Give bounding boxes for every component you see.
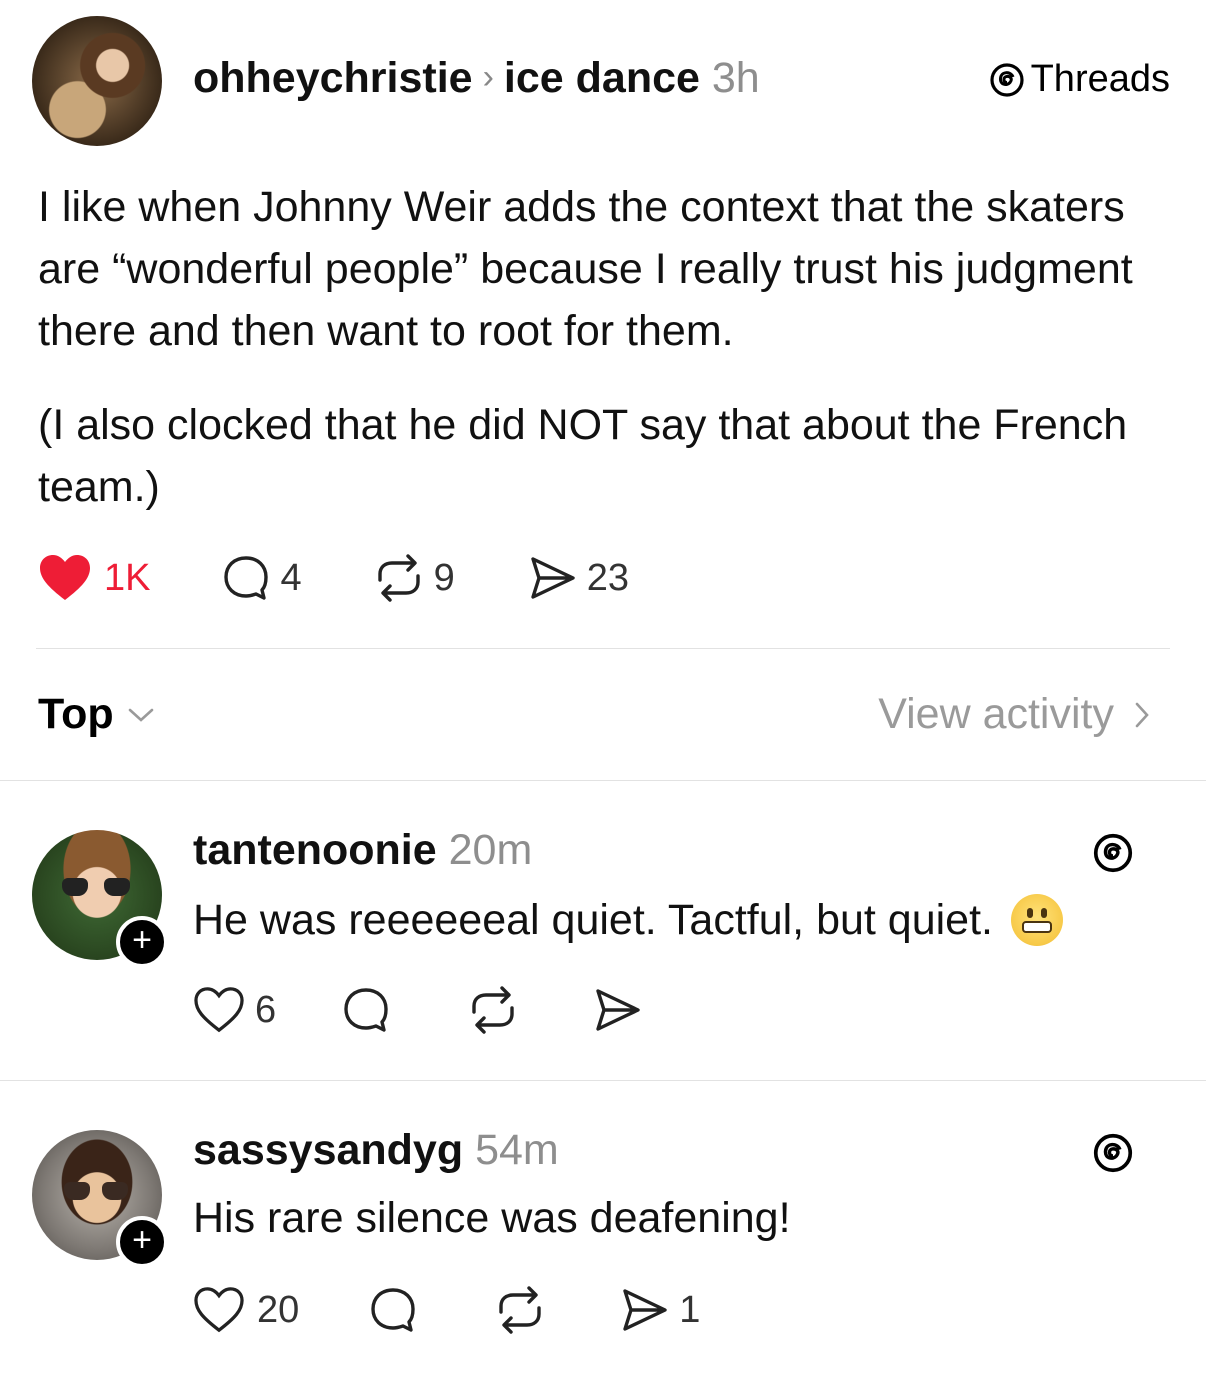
reply-username[interactable]: tantenoonie [193, 826, 437, 874]
like-button[interactable]: 20 [193, 1286, 299, 1334]
repost-icon [472, 986, 514, 1034]
sort-divider [0, 780, 1206, 781]
comment-button[interactable] [340, 984, 392, 1036]
send-icon [531, 557, 575, 599]
repost-icon [499, 1286, 541, 1334]
author-avatar[interactable] [32, 16, 162, 146]
comment-button[interactable]: 4 [220, 552, 302, 604]
repost-count: 9 [433, 556, 455, 599]
post-divider [36, 648, 1170, 649]
comment-bubble-icon [371, 1288, 415, 1332]
sort-dropdown[interactable]: Top [38, 690, 156, 739]
reply-time: 54m [475, 1126, 559, 1174]
follow-plus-button[interactable]: + [116, 1216, 168, 1268]
reply-actions: 6 [193, 984, 642, 1036]
sunglasses-shape [62, 878, 88, 896]
threads-logo-icon [989, 62, 1024, 97]
heart-icon [194, 987, 244, 1033]
grimacing-face-icon [1011, 894, 1063, 946]
share-count: 23 [586, 556, 630, 599]
post-paragraph-1: I like when Johnny Weir adds the context… [38, 183, 1133, 355]
post-time: 3h [711, 54, 760, 102]
chevron-right-icon [1135, 702, 1149, 727]
reply-time: 20m [448, 826, 533, 874]
reply-body: He was reeeeeeal quiet. Tactful, but qui… [193, 894, 1063, 946]
repost-button[interactable]: 9 [372, 552, 455, 604]
repost-icon [377, 554, 420, 602]
share-button[interactable]: 1 [619, 1285, 700, 1335]
comment-bubble-icon [344, 988, 388, 1032]
like-count: 6 [255, 988, 277, 1031]
send-icon [596, 989, 640, 1031]
like-button[interactable]: 6 [193, 986, 276, 1034]
repost-button[interactable] [493, 1284, 547, 1336]
topic-separator: › [482, 58, 494, 96]
share-button[interactable]: 23 [527, 553, 629, 603]
reply-text: His rare silence was deafening! [193, 1194, 791, 1242]
heart-icon [194, 1287, 244, 1333]
send-icon [623, 1289, 667, 1331]
post-actions: 1K 4 9 23 [38, 552, 629, 604]
heart-icon [40, 555, 90, 600]
like-count: 1K [104, 556, 151, 599]
threads-logo-icon[interactable] [1090, 830, 1136, 876]
reply-text: He was reeeeeeal quiet. Tactful, but qui… [193, 895, 993, 944]
like-count: 20 [257, 1288, 300, 1331]
sunglasses-shape [64, 1182, 90, 1200]
threads-source-link[interactable]: Threads [987, 58, 1170, 101]
reply-divider [0, 1080, 1206, 1081]
reply-username[interactable]: sassysandyg [193, 1126, 463, 1174]
reply-actions: 20 1 [193, 1284, 700, 1336]
share-count: 1 [679, 1288, 701, 1331]
follow-plus-button[interactable]: + [116, 916, 168, 968]
like-button[interactable]: 1K [38, 553, 150, 603]
reply-header: sassysandyg 54m [193, 1126, 559, 1175]
view-activity-link[interactable]: View activity [878, 690, 1152, 739]
chevron-down-icon [128, 708, 153, 722]
sunglasses-shape [102, 1182, 128, 1200]
sunglasses-shape [104, 878, 130, 896]
share-button[interactable] [592, 985, 642, 1035]
reply-body: His rare silence was deafening! [193, 1194, 791, 1243]
comment-button[interactable] [367, 1284, 419, 1336]
threads-logo-icon[interactable] [1090, 1130, 1136, 1176]
post-header: ohheychristie › ice dance 3h [193, 54, 760, 103]
reply-header: tantenoonie 20m [193, 826, 532, 875]
topic-tag[interactable]: ice dance [504, 54, 700, 102]
repost-button[interactable] [466, 984, 520, 1036]
comment-count: 4 [280, 556, 302, 599]
view-activity-label: View activity [878, 690, 1114, 738]
post-paragraph-2: (I also clocked that he did NOT say that… [38, 401, 1128, 511]
author-username[interactable]: ohheychristie [193, 54, 473, 102]
comment-bubble-icon [224, 556, 269, 600]
plus-icon: + [132, 1221, 152, 1259]
plus-icon: + [132, 921, 152, 959]
threads-label: Threads [1030, 58, 1170, 100]
sort-label: Top [38, 690, 114, 738]
